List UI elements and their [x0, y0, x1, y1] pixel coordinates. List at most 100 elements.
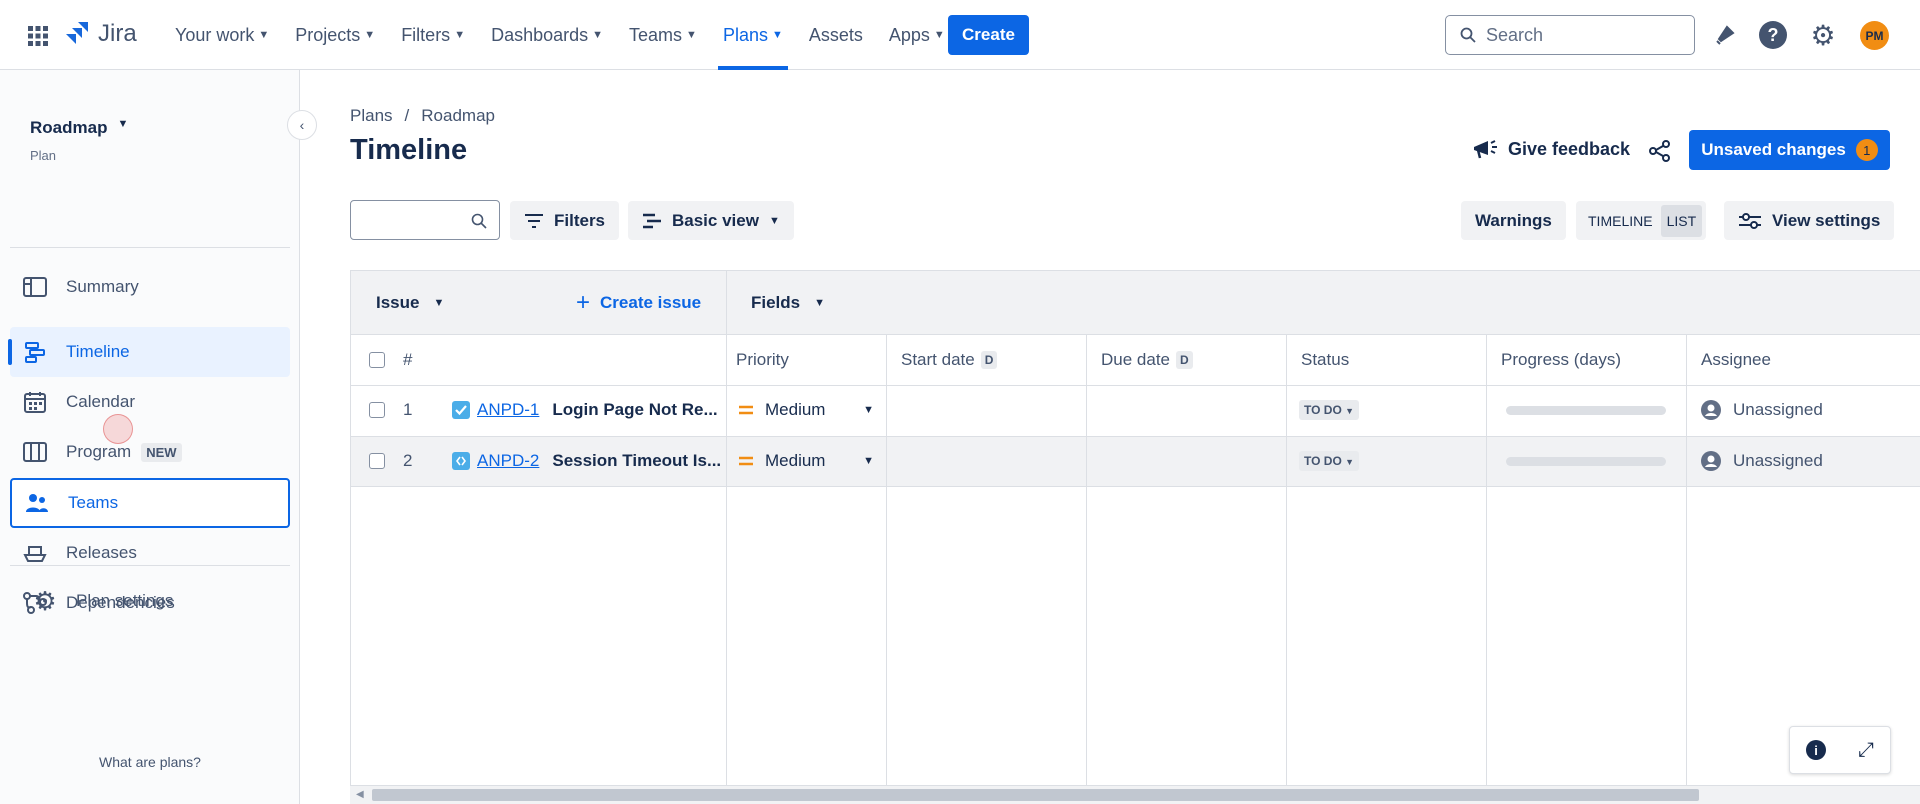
- jira-logo[interactable]: Jira: [64, 20, 137, 48]
- priority-medium-icon: [739, 456, 753, 466]
- nav-item-teams[interactable]: Teams ▼: [618, 0, 708, 70]
- give-feedback-button[interactable]: Give feedback: [1472, 137, 1630, 161]
- column-header-progress-days[interactable]: Progress (days): [1501, 334, 1621, 385]
- create-button[interactable]: Create: [948, 15, 1029, 55]
- issue-header-label: Issue: [376, 292, 420, 312]
- jira-logo-text: Jira: [98, 20, 137, 47]
- nav-item-assets[interactable]: Assets: [798, 0, 874, 70]
- issue-header-dropdown[interactable]: Issue ▼: [376, 271, 444, 334]
- nav-item-label: Filters: [401, 24, 451, 45]
- progress-bar: [1506, 405, 1666, 415]
- nav-item-label: Your work: [175, 24, 255, 45]
- sidebar-item-program[interactable]: Program NEW: [10, 427, 290, 477]
- column-header-start-date[interactable]: Start date D: [901, 334, 998, 385]
- status-dropdown[interactable]: TO DO ▼: [1299, 400, 1360, 420]
- sidebar-item-label: Timeline: [66, 342, 130, 361]
- nav-item-label: Dashboards: [491, 24, 589, 45]
- summary-icon: [22, 274, 48, 300]
- column-label: Due date: [1101, 349, 1170, 369]
- what-are-plans-link[interactable]: What are plans?: [0, 754, 300, 770]
- column-header-status[interactable]: Status: [1301, 334, 1349, 385]
- horizontal-scrollbar[interactable]: ◀: [350, 786, 1920, 804]
- give-feedback-label: Give feedback: [1508, 138, 1631, 159]
- nav-item-projects[interactable]: Projects ▼: [284, 0, 386, 70]
- collapse-sidebar-button[interactable]: ‹: [287, 110, 317, 140]
- sidebar-item-summary[interactable]: Summary: [10, 262, 290, 312]
- select-all-checkbox[interactable]: [369, 351, 385, 368]
- view-settings-label: View settings: [1772, 210, 1881, 230]
- search-input[interactable]: Search: [1445, 15, 1695, 55]
- plus-icon: +: [576, 288, 591, 316]
- nav-item-your-work[interactable]: Your work ▼: [164, 0, 280, 70]
- calendar-icon: [22, 389, 48, 415]
- list-toggle[interactable]: LIST: [1660, 204, 1703, 237]
- chevron-down-icon: ▼: [863, 455, 874, 467]
- sidebar-item-label: Teams: [68, 493, 119, 512]
- issue-search-input[interactable]: [350, 200, 500, 240]
- settings-gear-icon[interactable]: ⚙: [1808, 20, 1838, 51]
- view-toggle: TIMELINE LIST: [1576, 201, 1707, 240]
- fields-dropdown[interactable]: Fields ▼: [751, 271, 825, 334]
- teams-icon: [24, 490, 50, 516]
- sidebar-item-label: Calendar: [66, 392, 135, 411]
- column-header-due-date[interactable]: Due date D: [1101, 334, 1193, 385]
- priority-dropdown[interactable]: Medium ▼: [739, 385, 874, 435]
- breadcrumb-roadmap[interactable]: Roadmap: [421, 106, 495, 126]
- priority-medium-icon: [739, 405, 753, 415]
- issue-key-link[interactable]: ANPD-2: [477, 451, 539, 471]
- sidebar-item-label: Summary: [66, 277, 139, 296]
- priority-dropdown[interactable]: Medium ▼: [739, 436, 874, 486]
- notifications-bell-icon[interactable]: [1711, 21, 1739, 49]
- chevron-down-icon: ▼: [686, 29, 697, 41]
- scrollbar-thumb[interactable]: [372, 789, 1699, 801]
- create-issue-button[interactable]: + Create issue: [576, 271, 701, 334]
- unsaved-changes-button[interactable]: Unsaved changes 1: [1689, 130, 1890, 170]
- view-settings-button[interactable]: View settings: [1724, 201, 1895, 240]
- app-switcher-icon[interactable]: [26, 24, 50, 48]
- sidebar-item-plan-settings[interactable]: ⚙ Plan settings: [10, 576, 290, 626]
- sidebar-item-teams[interactable]: Teams: [10, 478, 290, 528]
- warnings-button[interactable]: Warnings: [1461, 201, 1566, 240]
- table-row[interactable]: 1 ANPD-1 Login Page Not Re... Medium ▼ TO …: [351, 385, 1920, 435]
- sidebar-item-calendar[interactable]: Calendar: [10, 377, 290, 427]
- row-number: 1: [403, 400, 413, 419]
- nav-item-filters[interactable]: Filters ▼: [390, 0, 476, 70]
- timeline-toggle[interactable]: TIMELINE: [1588, 213, 1653, 229]
- column-header-assignee[interactable]: Assignee: [1701, 334, 1771, 385]
- nav-item-apps[interactable]: Apps ▼: [878, 0, 956, 70]
- basic-view-button[interactable]: Basic view ▼: [628, 201, 794, 240]
- breadcrumb-plans[interactable]: Plans: [350, 106, 393, 126]
- issue-summary[interactable]: Login Page Not Re...: [552, 400, 717, 420]
- scroll-left-arrow[interactable]: ◀: [356, 789, 364, 800]
- avatar[interactable]: PM: [1860, 21, 1889, 50]
- row-checkbox[interactable]: [369, 453, 385, 469]
- chevron-down-icon: ▼: [863, 404, 874, 416]
- plan-switcher[interactable]: Roadmap ▼: [30, 118, 128, 138]
- assignee-cell[interactable]: Unassigned: [1701, 436, 1823, 486]
- sidebar-item-releases[interactable]: Releases: [10, 528, 290, 578]
- help-icon[interactable]: ?: [1759, 21, 1787, 49]
- sidebar-item-timeline[interactable]: Timeline: [8, 327, 290, 377]
- status-dropdown[interactable]: TO DO ▼: [1299, 451, 1360, 471]
- expand-icon[interactable]: ⤢: [1858, 739, 1874, 762]
- column-header-priority[interactable]: Priority: [736, 334, 789, 385]
- filters-button[interactable]: Filters: [510, 201, 620, 240]
- sidebar-item-label: Program: [66, 442, 132, 461]
- issue-key-link[interactable]: ANPD-1: [477, 400, 539, 420]
- chevron-down-icon: ▼: [933, 29, 945, 41]
- info-icon[interactable]: i: [1806, 740, 1826, 760]
- nav-item-dashboards[interactable]: Dashboards ▼: [480, 0, 614, 70]
- table-row[interactable]: 2 ANPD-2 Session Timeout Is... Medium ▼ TO…: [351, 436, 1920, 486]
- share-icon[interactable]: [1646, 137, 1674, 165]
- chevron-down-icon: ▼: [771, 29, 783, 41]
- nav-item-plans[interactable]: Plans ▼: [712, 0, 794, 70]
- sidebar-item-label: Releases: [66, 543, 137, 562]
- column-label: Assignee: [1701, 349, 1771, 369]
- status-badge: TO DO: [1304, 403, 1342, 417]
- issue-summary[interactable]: Session Timeout Is...: [552, 451, 721, 471]
- row-checkbox[interactable]: [369, 402, 385, 418]
- assignee-value: Unassigned: [1733, 400, 1823, 419]
- assignee-cell[interactable]: Unassigned: [1701, 385, 1823, 435]
- chevron-down-icon: ▼: [592, 29, 604, 41]
- top-nav: Jira Your work ▼ Projects ▼ Filters ▼ Dashboar…: [0, 0, 1920, 70]
